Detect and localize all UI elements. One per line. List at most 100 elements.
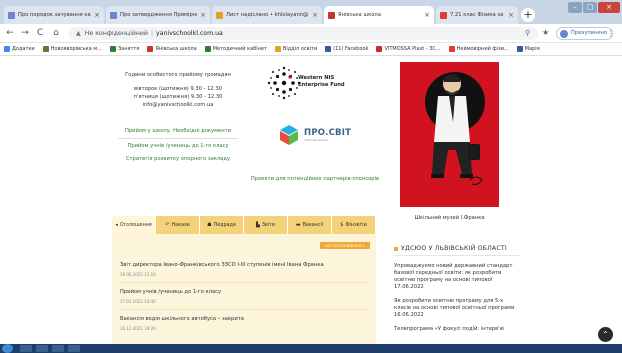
news-title[interactable]: Упроваджуємо новий державний стандарт ба… <box>394 263 520 284</box>
bookmark-apps[interactable]: Додатки <box>4 46 35 52</box>
site-icon <box>42 46 49 52</box>
close-icon[interactable]: × <box>200 11 206 19</box>
bookmark-item[interactable]: (11) Facebook <box>325 46 368 52</box>
divider <box>120 282 370 283</box>
partners-link[interactable]: Проекти для потенційних партнерів-спонсо… <box>245 175 385 183</box>
tab-4[interactable]: 7.21 клас Фізика за навчальн × <box>436 6 518 24</box>
taskbar-app[interactable] <box>52 345 64 352</box>
start-button[interactable] <box>2 344 13 353</box>
tab-1[interactable]: Про затвердження Примірни × <box>106 6 210 24</box>
list-item[interactable]: Прийом учнів /учениць до 1-го класу 17.0… <box>120 289 370 310</box>
taskbar-app[interactable] <box>68 345 80 352</box>
strategy-link[interactable]: Стратегія розвитку опорного закладу <box>108 155 248 163</box>
bullet-icon <box>394 246 398 251</box>
bookmark-item[interactable]: Неймовірний фізи... <box>448 46 509 52</box>
bookmarks-bar: Додатки Новояворівська м... Заняття Янів… <box>0 43 622 56</box>
admission-docs-link[interactable]: Прийом у школу. Необхідні документи <box>108 127 248 135</box>
reload-button[interactable]: C <box>34 27 46 39</box>
tab-title: Про порядок зачування карто <box>18 12 91 18</box>
news-title[interactable]: Як розробити освітню програму для 5-х кл… <box>394 298 520 312</box>
news-tabs: ◂ Оголошення ↶ Накази ☗ Педради ▙ Звіти ▬ Вак… <box>112 216 376 234</box>
admission-first-grade-link[interactable]: Прийом учнів /учениць до 1-го класу <box>108 142 248 150</box>
news-date: 17.01.2022 14:40 <box>120 299 156 304</box>
back-button[interactable]: ← <box>4 27 16 39</box>
bookmark-label: Янівська школа <box>155 46 197 52</box>
franko-museum-poster[interactable] <box>400 62 499 207</box>
heading-text: УДСЮО У ЛЬВІВСЬКІЙ ОБЛАСТІ <box>401 245 507 252</box>
tab-title: Янівська школа <box>338 12 381 18</box>
warning-icon[interactable]: ▲ <box>76 30 81 37</box>
list-item[interactable]: Телепрограма «У фокусі подій: інтерв'ю <box>394 326 520 333</box>
close-icon[interactable]: × <box>508 11 514 19</box>
tab-label: Оголошення <box>119 222 152 228</box>
tab-orders[interactable]: ↶ Накази <box>156 216 200 234</box>
url-text: yanivschoolkl.com.ua <box>156 30 223 37</box>
tab-reports[interactable]: ▙ Звіти <box>244 216 288 234</box>
scroll-top-button[interactable]: ⌃ <box>598 327 613 342</box>
fund-name-line: Enterprise Fund <box>298 82 345 88</box>
news-title[interactable]: Прийом учнів /учениць до 1-го класу <box>120 289 370 296</box>
tab-3[interactable]: Янівська школа × <box>324 6 434 24</box>
bookmark-star-icon[interactable]: ★ <box>542 27 549 39</box>
list-item[interactable]: Як розробити освітню програму для 5-х кл… <box>394 298 520 319</box>
tab-finance[interactable]: $ Фінзвіти <box>332 216 376 234</box>
avatar <box>560 29 568 38</box>
site-icon <box>274 46 281 52</box>
prosvit-logo[interactable]: ПРО.СВІТ освітній проект <box>278 123 351 147</box>
poster-caption[interactable]: Шкільний музей І.Франка <box>400 215 499 221</box>
divider <box>118 138 238 139</box>
taskbar-app[interactable] <box>20 345 32 352</box>
fund-name-line: Western NIS <box>298 75 335 81</box>
tab-2[interactable]: Лист надіслано • khlolayann@ × <box>212 6 322 24</box>
bookmark-label: VITMOSSA Plast - ЗС... <box>384 46 441 52</box>
news-date: 16.06.2022 12:19 <box>120 272 156 277</box>
list-item[interactable]: Упроваджуємо новий державний стандарт ба… <box>394 263 520 291</box>
news-title[interactable]: Звіт директора Івано-Франківського ЗЗСО … <box>120 262 370 269</box>
reception-heading: Години особистого прийому громадян <box>125 72 231 78</box>
maximize-button[interactable]: □ <box>583 2 597 13</box>
tab-0[interactable]: Про порядок зачування карто × <box>4 6 104 24</box>
bookmark-item[interactable]: Методичний кабінет <box>204 46 267 52</box>
minimize-button[interactable]: – <box>568 2 582 13</box>
franko-portrait-image <box>400 62 499 207</box>
new-tab-button[interactable]: + <box>521 8 535 22</box>
tab-announcements[interactable]: ◂ Оголошення <box>112 216 156 234</box>
facebook-icon <box>325 46 332 52</box>
list-item[interactable]: Звіт директора Івано-Франківського ЗЗСО … <box>120 262 370 283</box>
mail-icon <box>216 11 223 19</box>
group-icon: ☗ <box>207 222 212 228</box>
forward-button[interactable]: → <box>19 27 31 39</box>
tab-councils[interactable]: ☗ Педради <box>200 216 244 234</box>
all-announcements-button[interactable]: УСІ ОГОЛОШЕННЯ » <box>320 242 370 249</box>
news-title[interactable]: Вакансія водія шкільного автобуса – закр… <box>120 316 370 323</box>
bookmark-item[interactable]: Новояворівська м... <box>42 46 102 52</box>
bookmark-label: (11) Facebook <box>333 46 369 52</box>
tab-label: Накази <box>171 222 190 228</box>
fund-name: Western NIS Enterprise Fund <box>298 75 345 89</box>
tab-bar: Про порядок зачування карто × Про затвер… <box>0 0 622 24</box>
bookmark-item[interactable]: Заняття <box>109 46 139 52</box>
prosvit-icon <box>280 125 298 145</box>
close-icon[interactable]: × <box>312 11 318 19</box>
close-icon[interactable]: × <box>94 11 100 19</box>
contact-info: Години особистого прийому громадян вівто… <box>108 71 248 163</box>
profile-button[interactable]: Призупинено <box>556 27 614 40</box>
taskbar-app[interactable] <box>36 345 48 352</box>
address-bar[interactable]: ▲ Не конфіденційний | yanivschoolkl.com.ua … <box>68 27 538 40</box>
tab-vacancies[interactable]: ▬ Вакансії <box>288 216 332 234</box>
tab-label: Педради <box>213 222 236 228</box>
close-icon[interactable]: × <box>424 11 430 19</box>
bookmark-item[interactable]: Марія <box>516 46 540 52</box>
bookmark-item[interactable]: VITMOSSA Plast - ЗС... <box>376 46 441 52</box>
list-item[interactable]: Вакансія водія шкільного автобуса – закр… <box>120 316 370 331</box>
zoom-icon[interactable]: ⚲ <box>525 27 530 40</box>
reception-line: вівторок (щотижня) 9.30 - 12.30 <box>134 86 222 92</box>
menu-icon[interactable]: ⋮ <box>607 28 615 39</box>
bookmark-item[interactable]: Відділ освіти <box>274 46 317 52</box>
profile-label: Призупинено <box>571 30 608 36</box>
home-button[interactable]: ⌂ <box>50 27 62 39</box>
close-window-button[interactable]: × <box>598 2 620 13</box>
news-title[interactable]: Телепрограма «У фокусі подій: інтерв'ю <box>394 326 520 333</box>
bookmark-item[interactable]: Янівська школа <box>147 46 197 52</box>
apps-icon <box>4 46 10 52</box>
